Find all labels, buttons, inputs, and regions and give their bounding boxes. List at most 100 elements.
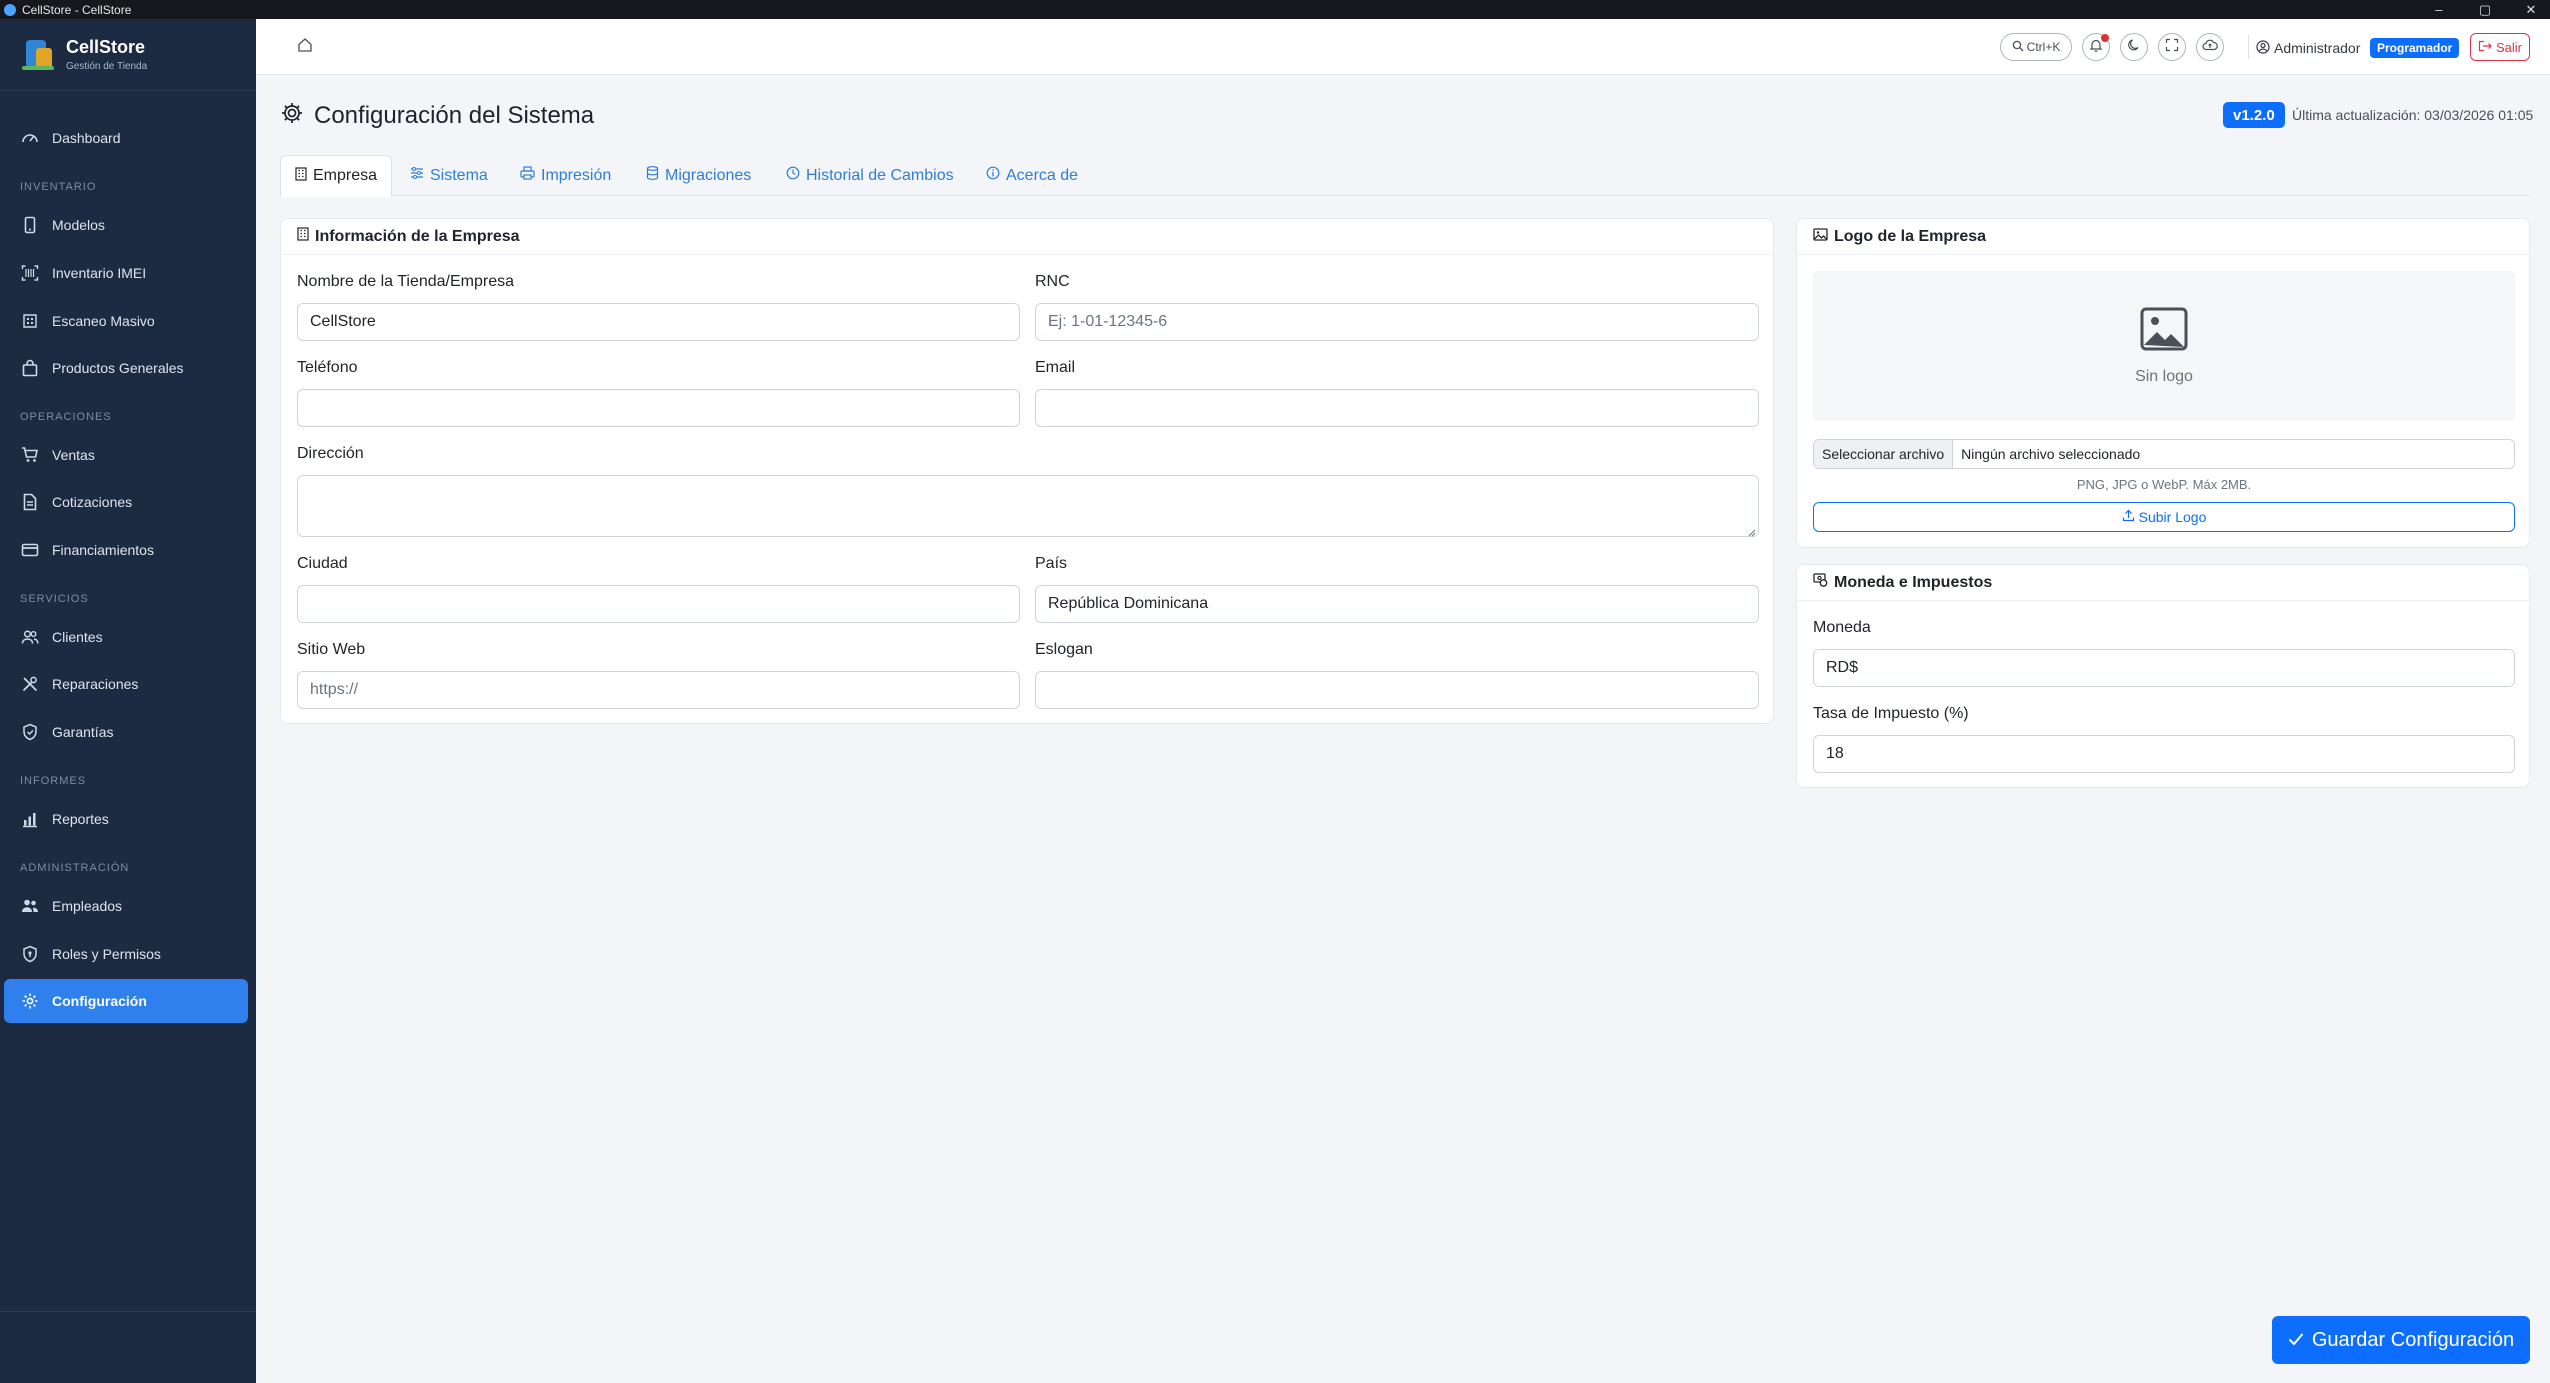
sidebar-item-garantias[interactable]: Garantías (4, 710, 248, 754)
top-header: Ctrl+K Administrador Programador Salir (256, 19, 2550, 75)
sidebar-item-label: Dashboard (52, 130, 121, 146)
people-icon (20, 896, 40, 916)
logo-file-input[interactable]: Seleccionar archivo Ningún archivo selec… (1813, 439, 2515, 469)
home-button[interactable] (294, 36, 316, 58)
store-name-input[interactable]: CellStore (297, 303, 1020, 341)
sidebar-item-financiamientos[interactable]: Financiamientos (4, 528, 248, 572)
sidebar-item-configuracion[interactable]: Configuración (4, 979, 248, 1023)
printer-icon (520, 166, 535, 185)
sidebar-item-inventario-imei[interactable]: Inventario IMEI (4, 251, 248, 295)
tab-acerca[interactable]: Acerca de (972, 155, 1092, 196)
sidebar-item-reportes[interactable]: Reportes (4, 797, 248, 841)
company-info-header: Información de la Empresa (281, 219, 1773, 255)
nav-section-informes: INFORMES (20, 775, 87, 787)
home-icon (297, 37, 313, 58)
sidebar-item-label: Escaneo Masivo (52, 313, 155, 329)
tab-impresion[interactable]: Impresión (506, 155, 625, 196)
sidebar-item-label: Roles y Permisos (52, 946, 161, 962)
gear-icon (20, 991, 40, 1011)
minimize-button[interactable]: – (2424, 0, 2454, 19)
bag-icon (20, 358, 40, 378)
sidebar: CellStore Gestión de Tienda Dashboard IN… (0, 19, 256, 1383)
gauge-icon (20, 128, 40, 148)
sidebar-item-label: Financiamientos (52, 542, 154, 558)
tools-icon (20, 674, 40, 694)
sidebar-item-label: Ventas (52, 447, 95, 463)
sidebar-item-label: Empleados (52, 898, 123, 914)
command-search-button[interactable]: Ctrl+K (2000, 33, 2072, 61)
sidebar-item-cotizaciones[interactable]: Cotizaciones (4, 480, 248, 524)
sidebar-item-dashboard[interactable]: Dashboard (4, 116, 248, 160)
logout-button[interactable]: Salir (2470, 33, 2530, 61)
website-label: Sitio Web (297, 641, 366, 658)
brand-name: CellStore (66, 37, 146, 57)
upload-icon (2122, 509, 2135, 525)
nav-section-operaciones: OPERACIONES (20, 411, 112, 423)
phone-icon (20, 215, 40, 235)
role-badge: Programador (2370, 38, 2460, 58)
save-configuration-button[interactable]: Guardar Configuración (2272, 1316, 2530, 1364)
fullscreen-button[interactable] (2158, 33, 2186, 61)
phone-input[interactable] (297, 389, 1020, 427)
email-input[interactable] (1035, 389, 1759, 427)
tab-historial[interactable]: Historial de Cambios (772, 155, 968, 196)
user-menu[interactable]: Administrador (2256, 38, 2360, 58)
address-textarea[interactable] (297, 475, 1759, 537)
sidebar-item-ventas[interactable]: Ventas (4, 433, 248, 477)
currency-label: Moneda (1813, 619, 1871, 636)
country-input[interactable]: República Dominicana (1035, 585, 1759, 623)
sidebar-item-modelos[interactable]: Modelos (4, 203, 248, 247)
upload-logo-button[interactable]: Subir Logo (1813, 502, 2515, 532)
close-window-button[interactable]: ✕ (2516, 0, 2546, 19)
store-name-label: Nombre de la Tienda/Empresa (297, 273, 514, 290)
bar-chart-icon (20, 809, 40, 829)
sidebar-item-clientes[interactable]: Clientes (4, 615, 248, 659)
sidebar-item-label: Cotizaciones (52, 494, 133, 510)
currency-input[interactable]: RD$ (1813, 649, 2515, 687)
image-icon (1813, 227, 1828, 246)
rnc-input[interactable]: Ej: 1-01-12345-6 (1035, 303, 1759, 341)
cloud-sync-button[interactable] (2196, 33, 2224, 61)
resize-grip-icon[interactable] (1746, 524, 1756, 537)
sidebar-item-roles[interactable]: Roles y Permisos (4, 932, 248, 976)
sidebar-item-label: Clientes (52, 629, 103, 645)
tab-sistema[interactable]: Sistema (396, 155, 502, 196)
nav-section-servicios: SERVICIOS (20, 593, 89, 605)
moon-icon (2127, 38, 2141, 57)
sidebar-item-empleados[interactable]: Empleados (4, 884, 248, 928)
settings-tabs: Empresa Sistema Impresión Migraciones Hi… (280, 155, 2530, 197)
notification-dot (2101, 34, 2109, 42)
nav-section-inventario: INVENTARIO (20, 181, 97, 193)
notifications-button[interactable] (2082, 33, 2110, 61)
brand[interactable]: CellStore Gestión de Tienda (0, 19, 256, 91)
tab-migraciones[interactable]: Migraciones (632, 155, 765, 196)
image-placeholder-icon (2140, 307, 2188, 356)
brand-logo (20, 36, 58, 74)
search-icon (2012, 40, 2024, 55)
page-title-text: Configuración del Sistema (314, 102, 595, 129)
slogan-input[interactable] (1035, 671, 1759, 709)
currency-card-header: Moneda e Impuestos (1797, 565, 2529, 601)
sidebar-item-label: Productos Generales (52, 360, 184, 376)
scan-icon (20, 311, 40, 331)
tax-rate-input[interactable]: 18 (1813, 735, 2515, 773)
search-shortcut-label: Ctrl+K (2026, 40, 2061, 54)
select-file-button[interactable]: Seleccionar archivo (1814, 440, 1954, 468)
website-input[interactable]: https:// (297, 671, 1020, 709)
city-input[interactable] (297, 585, 1020, 623)
address-label: Dirección (297, 445, 364, 462)
page-title: Configuración del Sistema (280, 99, 594, 133)
cloud-icon (2202, 38, 2218, 57)
sidebar-item-escaneo-masivo[interactable]: Escaneo Masivo (4, 299, 248, 343)
maximize-button[interactable]: ▢ (2470, 0, 2500, 19)
logout-label: Salir (2495, 39, 2522, 55)
logo-card: Logo de la Empresa Sin logo Seleccionar … (1796, 218, 2530, 548)
tab-empresa[interactable]: Empresa (280, 155, 393, 197)
header-divider (2248, 35, 2249, 59)
theme-toggle-button[interactable] (2120, 33, 2148, 61)
sidebar-item-reparaciones[interactable]: Reparaciones (4, 662, 248, 706)
building-icon (295, 166, 307, 186)
country-label: País (1035, 555, 1068, 572)
brand-subtitle: Gestión de Tienda (66, 61, 148, 72)
sidebar-item-productos-generales[interactable]: Productos Generales (4, 346, 248, 390)
